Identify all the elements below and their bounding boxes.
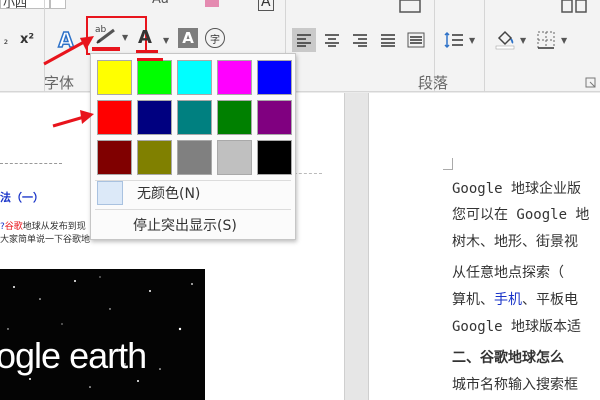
doc-line: 树木、地形、街景视 — [452, 234, 578, 250]
font-size-box[interactable]: 小四 — [0, 0, 50, 9]
paint-bucket-icon — [495, 30, 515, 50]
dialog-launcher-icon[interactable] — [585, 77, 597, 89]
align-right-button[interactable] — [348, 28, 372, 52]
align-left-icon — [297, 34, 311, 47]
superscript-button[interactable]: x² — [16, 28, 38, 50]
snippet-link[interactable]: 谷歌 — [5, 222, 23, 232]
highlight-color-palette: 无颜色(N) 停止突出显示(S) — [90, 53, 296, 240]
font-size-dropdown[interactable] — [50, 0, 66, 9]
doc-line: 城市名称输入搜索框 — [452, 377, 578, 393]
justify-button[interactable] — [376, 28, 400, 52]
align-left-button[interactable] — [292, 28, 316, 52]
font-color-button[interactable]: A — [134, 26, 156, 48]
color-swatch[interactable] — [97, 100, 132, 135]
color-swatch[interactable] — [217, 100, 252, 135]
snippet-line-1: ?谷歌地球从发布到现 — [0, 222, 86, 232]
color-swatch[interactable] — [257, 100, 292, 135]
doc-line: 算机、手机、平板电 — [452, 292, 578, 308]
section-heading: 法（一） — [0, 191, 44, 204]
paragraph-group-label: 段落 — [418, 74, 449, 92]
paragraph-top-icon — [399, 0, 421, 13]
font-color-dropdown[interactable]: ▼ — [163, 36, 169, 45]
color-swatch[interactable] — [177, 60, 212, 95]
color-swatch[interactable] — [217, 140, 252, 175]
color-swatch[interactable] — [97, 140, 132, 175]
enclose-char-button[interactable]: 字 — [205, 28, 225, 48]
margin-corner-mark — [443, 158, 453, 170]
font-size-value: 小四 — [3, 0, 28, 9]
eraser-icon[interactable] — [205, 0, 219, 7]
color-swatch[interactable] — [257, 140, 292, 175]
annotation-underline — [137, 58, 163, 61]
align-right-icon — [353, 34, 367, 47]
change-case-button[interactable]: Aa — [152, 0, 169, 7]
annotation-arrow-bottom — [52, 110, 94, 128]
color-swatch[interactable] — [177, 100, 212, 135]
shading-button[interactable] — [492, 26, 518, 52]
doc-heading-line: 二、谷歌地球怎么 — [452, 350, 564, 366]
no-color-label: 无颜色(N) — [137, 186, 201, 202]
stop-highlight-item[interactable]: 停止突出显示(S) — [91, 212, 295, 236]
color-swatch[interactable] — [217, 60, 252, 95]
font-group-label: 字体 — [44, 74, 75, 92]
subscript-button[interactable]: ₂ — [0, 30, 12, 50]
doc-line: 您可以在 Google 地 — [452, 207, 590, 223]
color-swatch[interactable] — [137, 100, 172, 135]
line-spacing-icon — [444, 31, 463, 49]
doc-line: 从任意地点探索（ — [452, 265, 564, 281]
color-swatch[interactable] — [137, 140, 172, 175]
justify-icon — [381, 34, 395, 47]
borders-icon — [537, 31, 555, 49]
line-spacing-dropdown[interactable]: ▼ — [469, 36, 475, 45]
annotation-arrow-top — [43, 36, 94, 66]
align-center-button[interactable] — [320, 28, 344, 52]
highlight-dropdown-arrow[interactable]: ▼ — [122, 33, 128, 42]
no-color-item[interactable]: 无颜色(N) — [91, 178, 295, 205]
color-swatch[interactable] — [257, 60, 292, 95]
color-swatch[interactable] — [97, 60, 132, 95]
borders-button[interactable] — [534, 28, 558, 52]
google-earth-logo-text: ogle earth — [0, 335, 147, 376]
no-color-swatch — [97, 181, 123, 205]
sort-top-icon — [561, 0, 587, 13]
section-divider — [0, 163, 62, 164]
stop-highlight-label: 停止突出显示(S) — [133, 218, 237, 234]
distributed-button[interactable] — [404, 28, 428, 52]
color-swatch[interactable] — [177, 140, 212, 175]
menu-separator — [95, 209, 291, 210]
doc-line: Google 地球版本适 — [452, 319, 582, 335]
line-spacing-button[interactable] — [442, 28, 466, 52]
align-center-icon — [325, 34, 339, 47]
doc-link[interactable]: 手机 — [494, 292, 522, 308]
doc-line: Google 地球企业版 — [452, 181, 582, 197]
divider — [484, 0, 485, 92]
snippet-line-2: 大家简单说一下谷歌地 — [0, 235, 91, 245]
font-grow-button[interactable]: A — [258, 0, 274, 11]
shading-dropdown[interactable]: ▼ — [520, 36, 526, 45]
font-color-icon: A — [138, 26, 152, 48]
borders-dropdown[interactable]: ▼ — [561, 36, 567, 45]
google-earth-image: ogle earth — [0, 269, 205, 400]
distributed-icon — [407, 32, 425, 48]
color-swatch[interactable] — [137, 60, 172, 95]
char-shading-button[interactable]: A — [178, 28, 198, 48]
